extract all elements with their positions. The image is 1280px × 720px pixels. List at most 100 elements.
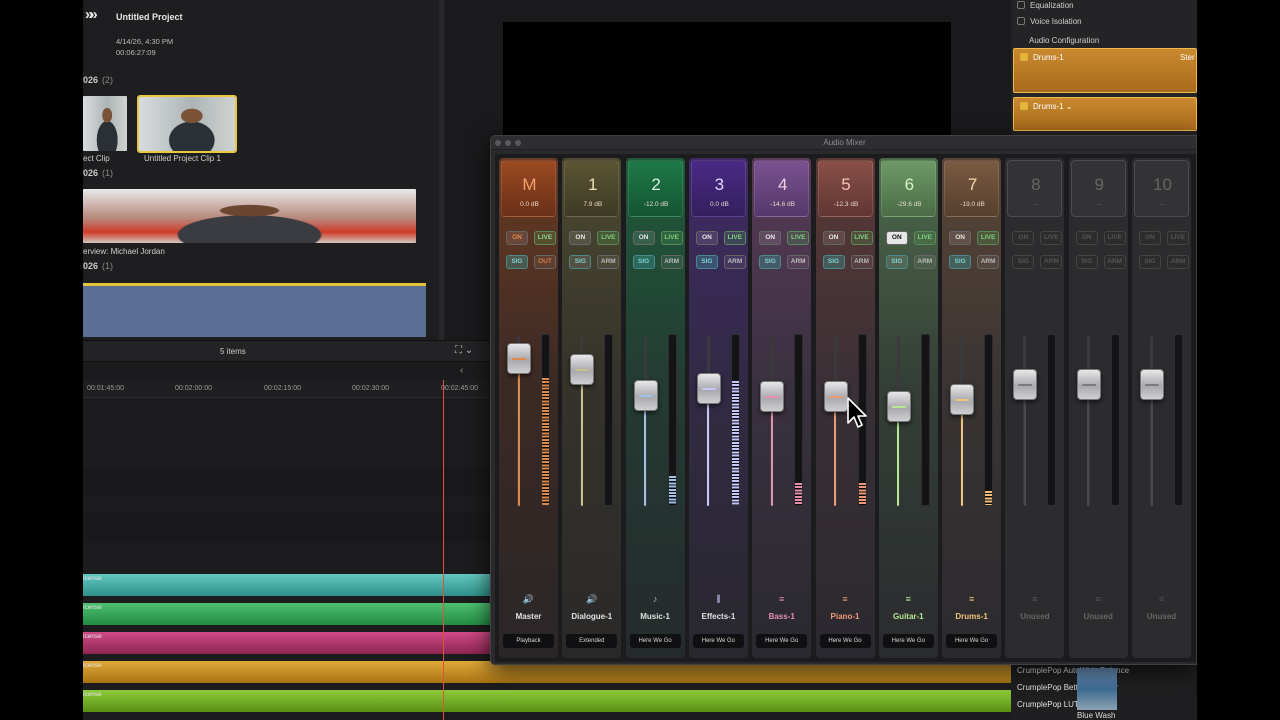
arm-toggle[interactable]: ARM xyxy=(913,255,936,269)
sliders-icon: ≡ xyxy=(1158,594,1165,604)
live-toggle[interactable]: LIVE xyxy=(597,231,620,245)
audio-waveform-clip[interactable] xyxy=(83,283,426,337)
arm-toggle[interactable]: ARM xyxy=(787,255,810,269)
volume-fader-knob[interactable] xyxy=(633,379,658,411)
channel-level-db: -14.6 dB xyxy=(770,201,795,208)
clip-appearance-icon[interactable]: ⛶ ⌄ xyxy=(455,345,473,356)
live-toggle[interactable]: LIVE xyxy=(534,231,556,245)
checkbox-icon[interactable] xyxy=(1017,1,1025,9)
arm-toggle[interactable]: ARM xyxy=(977,255,1000,269)
filmstrip-clip[interactable] xyxy=(83,189,416,243)
arm-toggle[interactable]: ARM xyxy=(1167,255,1189,269)
sig-toggle[interactable]: SIG xyxy=(885,255,908,269)
volume-fader-knob[interactable] xyxy=(570,353,595,385)
channel-badge[interactable]: 7 -19.0 dB xyxy=(944,160,1000,217)
voice-isolation-option[interactable]: Voice Isolation xyxy=(1017,17,1082,26)
sig-toggle[interactable]: SIG xyxy=(569,255,592,269)
arm-toggle[interactable]: ARM xyxy=(597,255,620,269)
sig-toggle[interactable]: SIG xyxy=(1012,255,1035,269)
sig-toggle[interactable]: SIG xyxy=(695,255,718,269)
volume-fader-knob[interactable] xyxy=(1013,369,1038,401)
clip-thumbnail[interactable] xyxy=(83,96,127,151)
sig-toggle[interactable]: SIG xyxy=(1139,255,1161,269)
channel-badge[interactable]: 6 -29.6 dB xyxy=(880,160,936,217)
volume-fader-knob[interactable] xyxy=(950,383,975,415)
on-toggle[interactable]: ON xyxy=(569,231,592,245)
playhead[interactable] xyxy=(443,380,444,720)
effect-thumbnail[interactable] xyxy=(1077,668,1117,710)
live-toggle[interactable]: LIVE xyxy=(850,231,873,245)
channel-badge[interactable]: 3 0.0 dB xyxy=(690,160,746,217)
live-toggle[interactable]: LIVE xyxy=(787,231,810,245)
channel-badge[interactable]: 9 -- xyxy=(1070,160,1126,217)
on-toggle[interactable]: ON xyxy=(632,231,655,245)
channel-source-label[interactable]: Here We Go xyxy=(819,634,871,648)
clip-label: erview: Michael Jordan xyxy=(83,247,165,256)
channel-source-label[interactable]: Extended xyxy=(566,634,618,648)
out-toggle[interactable]: OUT xyxy=(534,255,556,269)
on-toggle[interactable]: ON xyxy=(885,231,908,245)
event-section-header[interactable]: 026 (2) xyxy=(83,75,113,85)
speaker-icon: 🔊 xyxy=(522,594,535,604)
sig-toggle[interactable]: SIG xyxy=(506,255,528,269)
on-toggle[interactable]: ON xyxy=(822,231,845,245)
channel-badge[interactable]: M 0.0 dB xyxy=(501,160,556,217)
on-toggle[interactable]: ON xyxy=(949,231,972,245)
event-section-header[interactable]: 026 (1) xyxy=(83,261,113,271)
checkbox-icon xyxy=(1020,53,1028,61)
channel-source-label[interactable]: Here We Go xyxy=(882,634,934,648)
clip-thumbnail-selected[interactable] xyxy=(137,95,237,153)
channel-badge[interactable]: 10 -- xyxy=(1134,160,1189,217)
panel-divider[interactable] xyxy=(439,0,444,340)
channel-source-label[interactable]: Playback xyxy=(503,634,554,648)
sig-toggle[interactable]: SIG xyxy=(632,255,655,269)
channel-source-label[interactable]: Here We Go xyxy=(756,634,808,648)
channel-badge[interactable]: 5 -12.3 dB xyxy=(817,160,873,217)
live-toggle[interactable]: LIVE xyxy=(1103,231,1126,245)
on-toggle[interactable]: ON xyxy=(506,231,528,245)
sig-toggle[interactable]: SIG xyxy=(822,255,845,269)
volume-fader-knob[interactable] xyxy=(760,380,785,412)
channel-source-label[interactable]: Here We Go xyxy=(946,634,998,648)
on-toggle[interactable]: ON xyxy=(1012,231,1035,245)
arm-toggle[interactable]: ARM xyxy=(660,255,683,269)
level-meter xyxy=(1047,334,1057,506)
level-meter xyxy=(794,334,804,506)
live-toggle[interactable]: LIVE xyxy=(723,231,746,245)
arm-toggle[interactable]: ARM xyxy=(1103,255,1126,269)
volume-fader-knob[interactable] xyxy=(1076,369,1101,401)
arm-toggle[interactable]: ARM xyxy=(850,255,873,269)
volume-fader-knob[interactable] xyxy=(886,391,911,423)
live-toggle[interactable]: LIVE xyxy=(977,231,1000,245)
audio-config-lane[interactable]: Drums-1 Ster xyxy=(1013,48,1197,93)
volume-fader-knob[interactable] xyxy=(696,373,721,405)
arm-toggle[interactable]: ARM xyxy=(723,255,746,269)
live-toggle[interactable]: LIVE xyxy=(1040,231,1063,245)
event-section-header[interactable]: 026 (1) xyxy=(83,168,113,178)
channel-source-label[interactable]: Here We Go xyxy=(629,634,681,648)
volume-fader-knob[interactable] xyxy=(1140,369,1164,401)
channel-badge[interactable]: 2 -12.0 dB xyxy=(627,160,683,217)
equalization-option[interactable]: Equalization xyxy=(1017,1,1074,10)
channel-badge[interactable]: 8 -- xyxy=(1007,160,1063,217)
checkbox-icon[interactable] xyxy=(1017,17,1025,25)
on-toggle[interactable]: ON xyxy=(1139,231,1161,245)
chevron-left-icon[interactable]: ‹ xyxy=(460,365,463,376)
audio-config-lane[interactable]: Drums-1 ⌄ xyxy=(1013,97,1197,131)
channel-source-label[interactable]: Here We Go xyxy=(692,634,744,648)
on-toggle[interactable]: ON xyxy=(695,231,718,245)
on-toggle[interactable]: ON xyxy=(759,231,782,245)
mixer-titlebar[interactable]: Audio Mixer xyxy=(491,136,1196,150)
arm-toggle[interactable]: ARM xyxy=(1040,255,1063,269)
on-toggle[interactable]: ON xyxy=(1075,231,1098,245)
live-toggle[interactable]: LIVE xyxy=(660,231,683,245)
live-toggle[interactable]: LIVE xyxy=(1167,231,1189,245)
volume-fader-knob[interactable] xyxy=(507,343,531,375)
live-toggle[interactable]: LIVE xyxy=(913,231,936,245)
sig-toggle[interactable]: SIG xyxy=(759,255,782,269)
channel-badge[interactable]: 4 -14.6 dB xyxy=(754,160,810,217)
sig-toggle[interactable]: SIG xyxy=(949,255,972,269)
volume-fader-knob[interactable] xyxy=(823,380,848,412)
channel-badge[interactable]: 1 7.9 dB xyxy=(564,160,620,217)
sig-toggle[interactable]: SIG xyxy=(1075,255,1098,269)
